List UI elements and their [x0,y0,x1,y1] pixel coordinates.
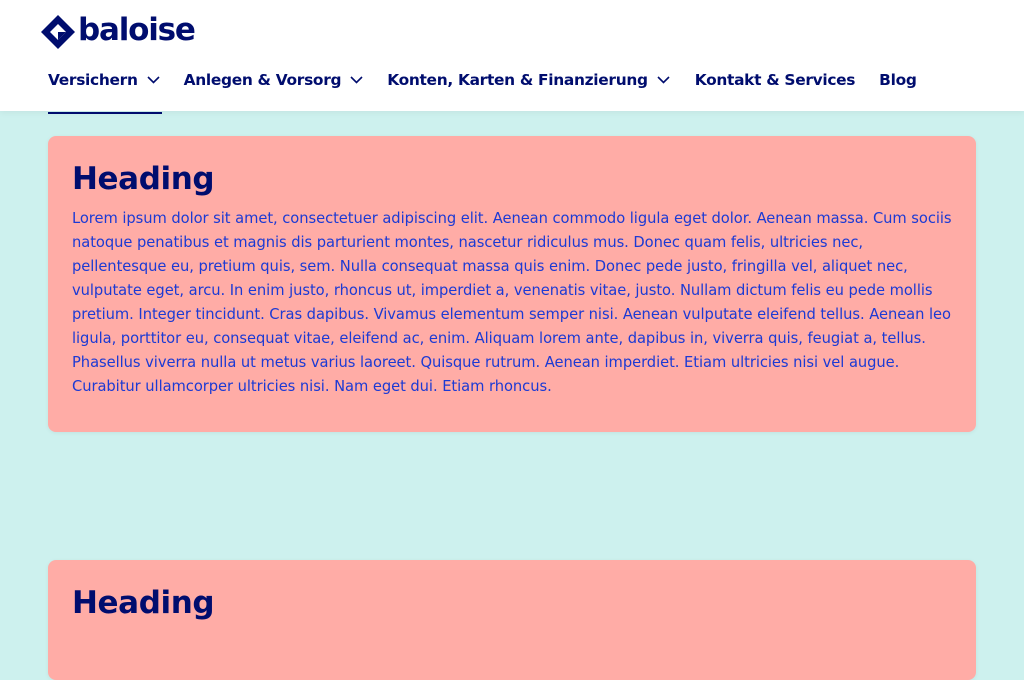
nav-item-label: Blog [879,71,917,89]
chevron-down-icon [147,76,160,84]
card-body-text: Lorem ipsum dolor sit amet, consectetuer… [72,210,952,395]
nav-item-kontakt-services[interactable]: Kontakt & Services [694,71,856,89]
baloise-diamond-icon [41,15,75,49]
content-card: Heading [48,560,976,680]
card-heading: Heading [72,161,215,197]
nav-item-konten-karten-finanzierung[interactable]: Konten, Karten & Finanzierung [387,71,670,89]
nav-item-label: Konten, Karten & Finanzierung [387,71,648,89]
nav-item-label: Versichern [48,71,138,89]
content-card: Heading Lorem ipsum dolor sit amet, cons… [48,136,976,432]
card-heading: Heading [72,585,215,621]
nav-item-blog[interactable]: Blog [879,71,917,89]
main-nav: Versichern Anlegen & Vorsorg Konten, Kar… [48,68,917,114]
brand-name: baloise [78,12,196,48]
nav-item-versichern[interactable]: Versichern [48,71,162,114]
nav-item-label: Kontakt & Services [694,71,856,89]
baloise-logo-link[interactable]: baloise [40,12,196,50]
chevron-down-icon [657,76,670,84]
nav-item-label: Anlegen & Vorsorg [183,71,342,89]
nav-item-anlegen-vorsorg[interactable]: Anlegen & Vorsorg [184,71,364,89]
chevron-down-icon [350,76,363,84]
site-header: baloise Versichern Anlegen & Vorsorg Kon… [0,0,1024,114]
